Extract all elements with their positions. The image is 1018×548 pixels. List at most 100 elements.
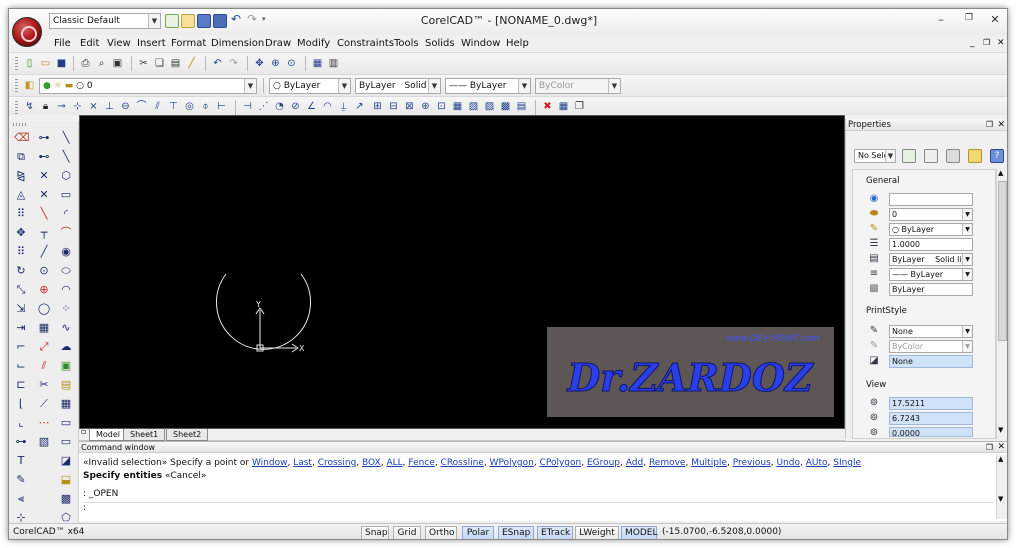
option-fence[interactable]: Fence — [408, 458, 434, 468]
new-icon[interactable]: ▯ — [23, 57, 36, 70]
scroll-up-icon[interactable]: ▲ — [998, 455, 1003, 463]
option-box[interactable]: BOX — [362, 458, 381, 468]
save-as-icon[interactable] — [213, 14, 227, 28]
tab-scroll-icon[interactable]: ▫ — [81, 427, 86, 436]
circle-icon[interactable]: ◉ — [59, 245, 73, 259]
snap-center-icon[interactable]: ◎ — [183, 100, 196, 113]
menu-tools[interactable]: Tools — [394, 38, 419, 49]
panel-close-icon[interactable]: ✕ — [997, 442, 1005, 453]
point-icon[interactable]: ⊙ — [37, 264, 51, 278]
dimension-angular-icon[interactable]: ∠ — [305, 100, 318, 113]
scroll-thumb[interactable] — [998, 181, 1007, 341]
match-properties-icon[interactable]: ╱ — [185, 57, 198, 70]
gradient-icon[interactable]: ▩ — [59, 492, 73, 506]
dimension-diameter-icon[interactable]: ⊘ — [289, 100, 302, 113]
panel-close-icon[interactable]: ✕ — [997, 119, 1005, 131]
lweight-toggle[interactable]: LWeight — [575, 526, 619, 539]
ortho-toggle[interactable]: Ortho — [425, 526, 457, 539]
dimension-update-icon[interactable]: ▧ — [467, 100, 480, 113]
menu-format[interactable]: Format — [171, 38, 206, 49]
menu-window[interactable]: Window — [461, 38, 500, 49]
option-previous[interactable]: Previous — [733, 458, 771, 468]
option-crossing[interactable]: Crossing — [318, 458, 357, 468]
construction-line-icon[interactable]: ┬ — [37, 226, 51, 240]
line-icon[interactable]: ╲ — [59, 131, 73, 145]
snap-tracking-icon[interactable]: ↯ — [23, 100, 36, 113]
snap-extension-icon[interactable]: ⊤ — [167, 100, 180, 113]
lineweight-field[interactable]: —— ByLayer ▼ — [889, 268, 973, 281]
divide-icon[interactable]: ⋯ — [37, 416, 51, 430]
option-single[interactable]: SIngle — [833, 458, 861, 468]
menu-insert[interactable]: Insert — [137, 38, 166, 49]
boundary-icon[interactable]: ▭ — [59, 435, 73, 449]
array-icon[interactable]: ⠿ — [14, 245, 28, 259]
target-icon[interactable]: ⊕ — [37, 283, 51, 297]
undo-icon[interactable]: ↶ — [231, 12, 241, 26]
lock-icon[interactable]: 🔒︎ — [39, 100, 52, 113]
dimension-aligned-icon[interactable]: ⋰ — [257, 100, 270, 113]
dimension-edit-icon[interactable]: ⊡ — [435, 100, 448, 113]
make-block-icon[interactable]: ▤ — [59, 378, 73, 392]
revision-cloud-icon[interactable]: ☁ — [59, 340, 73, 354]
trim-icon[interactable]: ⌐ — [14, 340, 28, 354]
explode-icon[interactable]: ⊶ — [14, 435, 28, 449]
close-icon[interactable]: ✕ — [987, 13, 1003, 26]
mirror-icon[interactable]: ⧎ — [14, 169, 28, 183]
color-select[interactable]: ○ ByLayer ▼ — [269, 78, 351, 94]
option-multiple[interactable]: Multiple — [691, 458, 727, 468]
insert-block-icon[interactable]: ▣ — [59, 359, 73, 373]
dimension-oblique-icon[interactable]: ▩ — [499, 100, 512, 113]
entity-color-field[interactable]: ○ ByLayer ▼ — [889, 223, 973, 236]
tool-palette-icon[interactable]: ⬓ — [59, 473, 73, 487]
snap-parallel-icon[interactable]: ⫽ — [151, 100, 164, 113]
toolbar-grip[interactable] — [15, 57, 18, 71]
option-cpolygon[interactable]: CPolygon — [540, 458, 582, 468]
model-toggle[interactable]: MODEL — [621, 526, 657, 539]
minimize-icon[interactable]: – — [933, 13, 949, 26]
menu-edit[interactable]: Edit — [80, 38, 99, 49]
option-egroup[interactable]: EGroup — [587, 458, 620, 468]
grid-toggle[interactable]: Grid — [393, 526, 421, 539]
option-add[interactable]: Add — [626, 458, 643, 468]
option-all[interactable]: ALL — [386, 458, 402, 468]
command-scrollbar[interactable]: ▲ ▼ — [996, 455, 1007, 519]
cross-icon[interactable]: ✕ — [37, 188, 51, 202]
dimension-style-icon[interactable]: ▦ — [451, 100, 464, 113]
align-icon[interactable]: ⫷ — [14, 492, 28, 506]
plotstyle-select[interactable]: ByColor ▼ — [535, 78, 621, 94]
menu-file[interactable]: File — [54, 38, 71, 49]
view-center-z-field[interactable]: 0.0000 — [889, 427, 973, 437]
print-style-field[interactable]: None ▼ — [889, 325, 973, 338]
dimension-radius-icon[interactable]: ◔ — [273, 100, 286, 113]
rotate-icon[interactable]: ↻ — [14, 264, 28, 278]
selection-select[interactable]: No Sele ▼ — [854, 149, 896, 163]
properties-icon[interactable]: ▥ — [327, 57, 340, 70]
dimension-space-icon[interactable]: ▦ — [557, 100, 570, 113]
snap-node-icon[interactable]: ⊢ — [215, 100, 228, 113]
etrack-toggle[interactable]: ETrack — [537, 526, 573, 539]
donut-icon[interactable]: ◯ — [37, 302, 51, 316]
edit-text-icon[interactable]: ✎ — [14, 473, 28, 487]
infinite-line-icon[interactable]: ⊷ — [37, 150, 51, 164]
option-remove[interactable]: Remove — [649, 458, 686, 468]
print-preview-icon[interactable]: ⌕ — [95, 57, 108, 70]
snap-nearest-icon[interactable]: ⌒ — [135, 100, 148, 113]
open-icon[interactable]: ▭ — [39, 57, 52, 70]
drawing-canvas[interactable]: Y X www.DEV-POINT.com Dr.ZARDOZ — [79, 115, 845, 429]
doc-minimize-icon[interactable]: _ — [970, 38, 975, 48]
properties-scrollbar[interactable]: ▲ ▼ — [996, 169, 1007, 439]
sketch-icon[interactable]: ∿ — [59, 321, 73, 335]
copy-icon[interactable]: ❏ — [153, 57, 166, 70]
option-auto[interactable]: AUto — [806, 458, 828, 468]
linetype-field[interactable]: ByLayer Solid line ▼ — [889, 253, 973, 266]
zoom-realtime-icon[interactable]: ⊕ — [269, 57, 282, 70]
transparency-field[interactable]: ByLayer — [889, 283, 973, 296]
menu-solids[interactable]: Solids — [425, 38, 455, 49]
image-icon[interactable]: ▦ — [59, 397, 73, 411]
color-field[interactable] — [889, 193, 973, 206]
tab-sheet2[interactable]: Sheet2 — [166, 429, 209, 441]
new-file-icon[interactable] — [165, 14, 179, 28]
dimension-override-icon[interactable]: ▨ — [483, 100, 496, 113]
page-setup-icon[interactable]: ▣ — [111, 57, 124, 70]
quick-access-menu-icon[interactable]: ▾ — [262, 15, 266, 23]
